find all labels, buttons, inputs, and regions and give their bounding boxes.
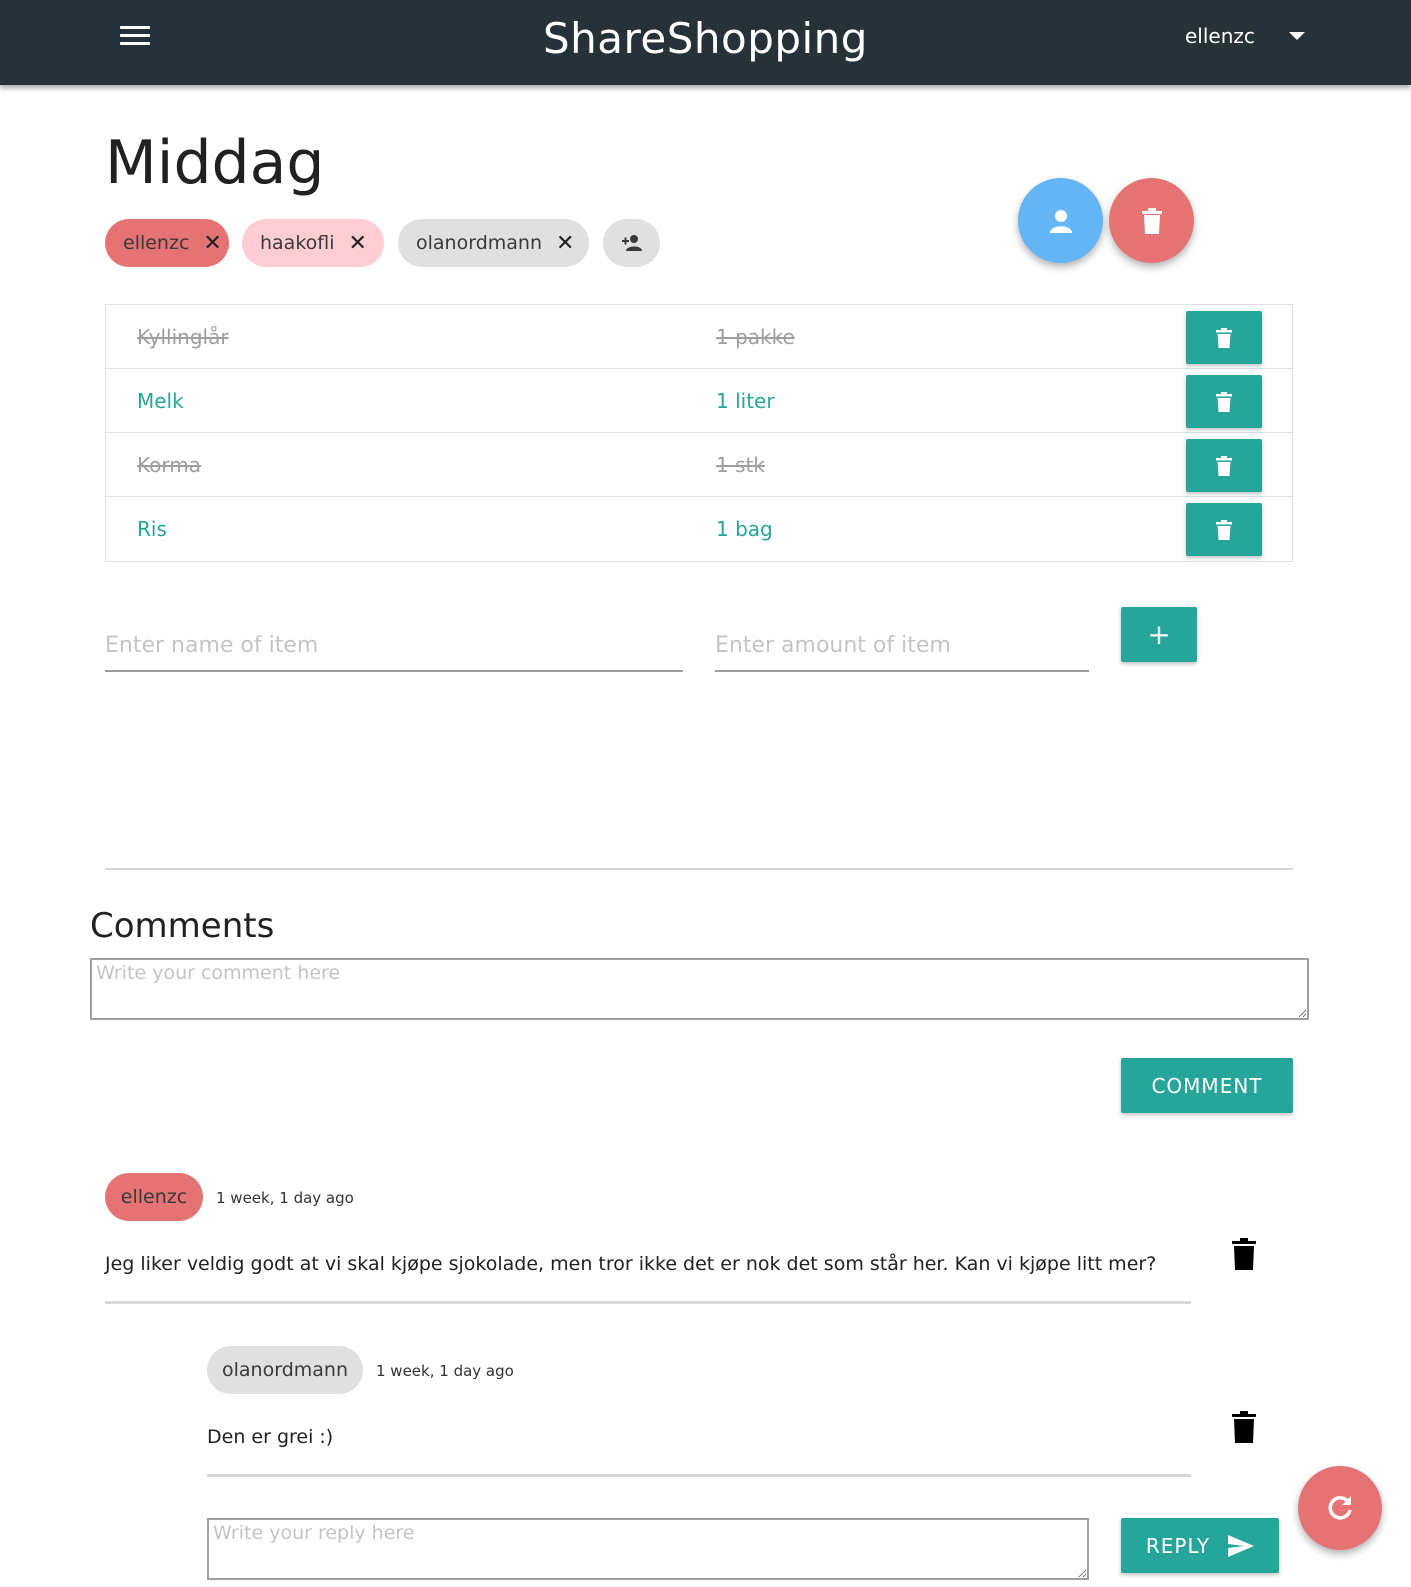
remove-member-icon[interactable]: ✕	[349, 231, 367, 256]
item-row[interactable]: Kyllinglår 1 pakke	[106, 305, 1292, 369]
list-title: Middag	[105, 128, 325, 198]
member-chip-label: haakofli	[260, 232, 335, 254]
reply-input[interactable]	[207, 1518, 1089, 1580]
item-amount: 1 bag	[716, 517, 773, 541]
add-item-button[interactable]: +	[1121, 607, 1197, 662]
refresh-icon	[1328, 1496, 1352, 1520]
shopping-items-table: Kyllinglår 1 pakke Melk 1 liter Korma 1 …	[105, 304, 1293, 562]
delete-comment-button[interactable]	[1232, 1238, 1256, 1274]
reply-divider	[207, 1474, 1191, 1477]
item-name: Melk	[137, 389, 184, 413]
refresh-fab-button[interactable]	[1298, 1466, 1382, 1550]
item-name-input[interactable]	[105, 620, 683, 672]
remove-member-icon[interactable]: ✕	[556, 231, 574, 256]
delete-reply-button[interactable]	[1232, 1411, 1256, 1447]
comment-divider	[105, 1301, 1191, 1304]
item-name: Ris	[137, 517, 167, 541]
comment-timestamp: 1 week, 1 day ago	[216, 1189, 354, 1207]
item-row[interactable]: Melk 1 liter	[106, 369, 1292, 433]
person-icon	[1049, 209, 1072, 233]
comments-heading: Comments	[90, 906, 275, 946]
add-member-button[interactable]	[603, 219, 660, 267]
reply-author-chip: olanordmann	[207, 1346, 363, 1394]
delete-item-button[interactable]	[1186, 503, 1262, 556]
comment-input[interactable]	[90, 958, 1309, 1020]
trash-icon	[1216, 519, 1232, 540]
delete-item-button[interactable]	[1186, 375, 1262, 428]
members-fab-button[interactable]	[1018, 178, 1103, 263]
delete-item-button[interactable]	[1186, 439, 1262, 492]
item-amount-input[interactable]	[715, 620, 1089, 672]
user-menu[interactable]: ellenzc	[1185, 24, 1305, 48]
delete-list-fab-button[interactable]	[1109, 178, 1194, 263]
item-amount: 1 pakke	[716, 325, 795, 349]
reply-text: Den er grei :)	[207, 1426, 334, 1448]
comment-author-chip: ellenzc	[105, 1173, 203, 1221]
item-name: Kyllinglår	[137, 325, 229, 349]
send-icon	[1228, 1534, 1255, 1557]
section-divider	[105, 868, 1293, 870]
reply-timestamp: 1 week, 1 day ago	[376, 1362, 514, 1380]
member-chip-label: olanordmann	[416, 232, 542, 254]
trash-icon	[1232, 1238, 1256, 1270]
trash-icon	[1232, 1411, 1256, 1443]
comment-submit-button[interactable]: COMMENT	[1121, 1058, 1293, 1113]
trash-icon	[1141, 207, 1162, 234]
remove-member-icon[interactable]: ✕	[203, 231, 221, 256]
member-chip-ellenzc: ellenzc ✕	[105, 219, 229, 267]
item-name: Korma	[137, 453, 201, 477]
caret-down-icon	[1288, 32, 1305, 40]
member-chip-olanordmann: olanordmann ✕	[398, 219, 589, 267]
app-header: ShareShopping ellenzc	[0, 0, 1411, 85]
comment-text: Jeg liker veldig godt at vi skal kjøpe s…	[105, 1253, 1157, 1275]
person-add-icon	[621, 235, 642, 251]
username-label: ellenzc	[1185, 24, 1255, 48]
trash-icon	[1216, 391, 1232, 412]
trash-icon	[1216, 327, 1232, 348]
member-chip-haakofli: haakofli ✕	[242, 219, 384, 267]
reply-submit-button[interactable]: REPLY	[1121, 1518, 1279, 1573]
item-amount: 1 liter	[716, 389, 775, 413]
item-row[interactable]: Korma 1 stk	[106, 433, 1292, 497]
reply-button-label: REPLY	[1145, 1533, 1211, 1558]
trash-icon	[1216, 455, 1232, 476]
delete-item-button[interactable]	[1186, 311, 1262, 364]
member-chip-label: ellenzc	[123, 232, 190, 254]
item-row[interactable]: Ris 1 bag	[106, 497, 1292, 561]
item-amount: 1 stk	[716, 453, 765, 477]
